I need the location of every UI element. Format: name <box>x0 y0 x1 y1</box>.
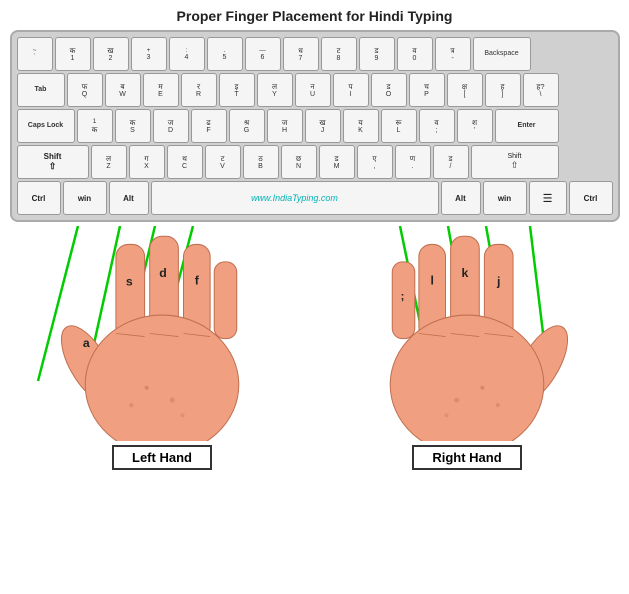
key-ctrl-right[interactable]: Ctrl <box>569 181 613 215</box>
key-w[interactable]: बW <box>105 73 141 107</box>
key-bracket-l[interactable]: क्ष[ <box>447 73 483 107</box>
key-i[interactable]: पI <box>333 73 369 107</box>
key-caps-lock[interactable]: Caps Lock <box>17 109 75 143</box>
key-t[interactable]: इT <box>219 73 255 107</box>
key-menu[interactable]: ☰ <box>529 181 567 215</box>
key-5[interactable]: .5 <box>207 37 243 71</box>
key-row-1: Tab फQ बW मE रR इT लY नU पI डO चP क्ष[ ह… <box>17 73 613 107</box>
key-enter[interactable]: Enter <box>495 109 559 143</box>
key-slash[interactable]: ड/ <box>433 145 469 179</box>
key-o[interactable]: डO <box>371 73 407 107</box>
key-j[interactable]: खJ <box>305 109 341 143</box>
key-quote[interactable]: श' <box>457 109 493 143</box>
key-s[interactable]: कS <box>115 109 151 143</box>
key-x[interactable]: गX <box>129 145 165 179</box>
key-alt-right[interactable]: Alt <box>441 181 481 215</box>
key-v[interactable]: टV <box>205 145 241 179</box>
key-4[interactable]: :4 <box>169 37 205 71</box>
key-bracket-r[interactable]: ह] <box>485 73 521 107</box>
key-f[interactable]: ढF <box>191 109 227 143</box>
key-semicolon[interactable]: व; <box>419 109 455 143</box>
key-7[interactable]: ध7 <box>283 37 319 71</box>
key-l[interactable]: रूL <box>381 109 417 143</box>
key-y[interactable]: लY <box>257 73 293 107</box>
key-0[interactable]: व0 <box>397 37 433 71</box>
key-c[interactable]: थC <box>167 145 203 179</box>
svg-text:;: ; <box>401 291 405 303</box>
key-backtick[interactable]: ~` <box>17 37 53 71</box>
key-win-right[interactable]: win <box>483 181 527 215</box>
key-q[interactable]: फQ <box>67 73 103 107</box>
svg-text:j: j <box>496 274 500 288</box>
key-1[interactable]: क1 <box>55 37 91 71</box>
key-row-2: Caps Lock 1क कS जD ढF श्रG जH खJ यK रूL … <box>17 109 613 143</box>
key-alt-left[interactable]: Alt <box>109 181 149 215</box>
key-ctrl-left[interactable]: Ctrl <box>17 181 61 215</box>
key-minus[interactable]: त्र- <box>435 37 471 71</box>
key-9[interactable]: ड9 <box>359 37 395 71</box>
svg-text:l: l <box>430 273 433 287</box>
key-win-left[interactable]: win <box>63 181 107 215</box>
key-b[interactable]: ठB <box>243 145 279 179</box>
key-g[interactable]: श्रG <box>229 109 265 143</box>
key-p[interactable]: चP <box>409 73 445 107</box>
key-tab[interactable]: Tab <box>17 73 65 107</box>
key-k[interactable]: यK <box>343 109 379 143</box>
key-6[interactable]: —6 <box>245 37 281 71</box>
key-backspace[interactable]: Backspace <box>473 37 531 71</box>
key-z[interactable]: लZ <box>91 145 127 179</box>
key-3[interactable]: +3 <box>131 37 167 71</box>
key-shift-left[interactable]: Shift⇧ <box>17 145 89 179</box>
key-2[interactable]: ख2 <box>93 37 129 71</box>
hands-area: s d f a Left Hand <box>10 226 620 590</box>
key-8[interactable]: ट8 <box>321 37 357 71</box>
key-row-3: Shift⇧ लZ गX थC टV ठB छN डM ए, ण. ड/ Shi… <box>17 145 613 179</box>
key-n[interactable]: छN <box>281 145 317 179</box>
key-row-4: Ctrl win Alt www.IndiaTyping.com Alt win… <box>17 181 613 215</box>
key-e[interactable]: मE <box>143 73 179 107</box>
key-d[interactable]: जD <box>153 109 189 143</box>
svg-text:s: s <box>126 274 133 288</box>
svg-text:k: k <box>462 266 469 280</box>
key-m[interactable]: डM <box>319 145 355 179</box>
right-hand-section: j k l ; Right Hand <box>315 226 620 590</box>
svg-text:d: d <box>159 266 167 280</box>
left-hand-svg: s d f a <box>42 226 282 441</box>
key-h[interactable]: जH <box>267 109 303 143</box>
right-hand-svg: j k l ; <box>347 226 587 441</box>
right-hand-label: Right Hand <box>412 445 521 470</box>
main-container: Proper Finger Placement for Hindi Typing… <box>0 0 629 594</box>
key-u[interactable]: नU <box>295 73 331 107</box>
key-row-0: ~` क1 ख2 +3 :4 .5 —6 ध7 ट8 ड9 व0 त्र- Ba… <box>17 37 613 71</box>
key-space[interactable]: www.IndiaTyping.com <box>151 181 439 215</box>
key-shift-right[interactable]: Shift⇧ <box>471 145 559 179</box>
key-backslash[interactable]: ह?\ <box>523 73 559 107</box>
page-title: Proper Finger Placement for Hindi Typing <box>177 8 453 24</box>
svg-text:a: a <box>83 336 90 350</box>
keyboard: ~` क1 ख2 +3 :4 .5 —6 ध7 ट8 ड9 व0 त्र- Ba… <box>10 30 620 222</box>
key-a[interactable]: 1क <box>77 109 113 143</box>
key-comma[interactable]: ए, <box>357 145 393 179</box>
key-period[interactable]: ण. <box>395 145 431 179</box>
left-hand-label: Left Hand <box>112 445 212 470</box>
key-r[interactable]: रR <box>181 73 217 107</box>
left-hand-section: s d f a Left Hand <box>10 226 315 590</box>
